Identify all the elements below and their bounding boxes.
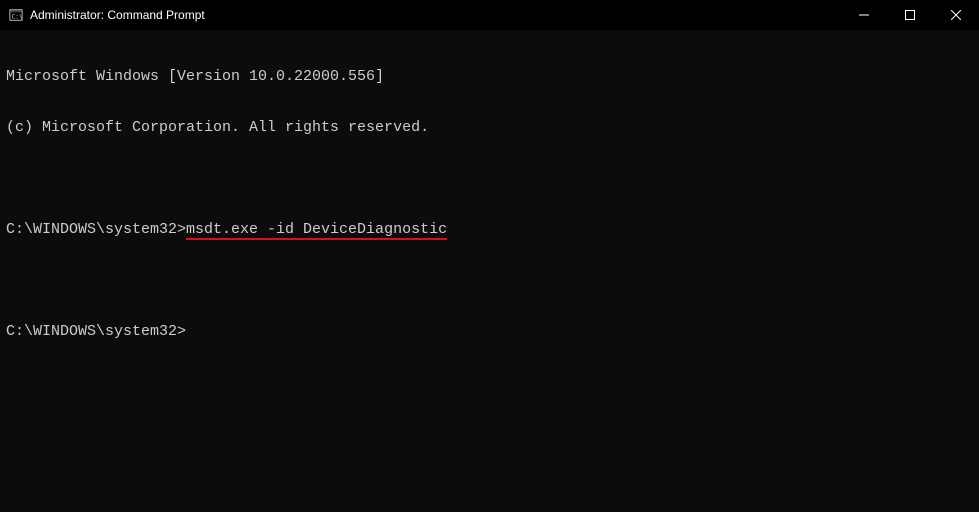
prompt-path: C:\WINDOWS\system32>: [6, 221, 186, 238]
svg-text:C:\: C:\: [12, 14, 23, 21]
window-controls: [841, 0, 979, 30]
banner-line: (c) Microsoft Corporation. All rights re…: [6, 119, 973, 136]
minimize-button[interactable]: [841, 0, 887, 30]
prompt-line: C:\WINDOWS\system32>: [6, 323, 973, 340]
maximize-button[interactable]: [887, 0, 933, 30]
terminal-output[interactable]: Microsoft Windows [Version 10.0.22000.55…: [0, 30, 979, 357]
titlebar: C:\ Administrator: Command Prompt: [0, 0, 979, 30]
banner-line: Microsoft Windows [Version 10.0.22000.55…: [6, 68, 973, 85]
close-button[interactable]: [933, 0, 979, 30]
prompt-path: C:\WINDOWS\system32>: [6, 323, 186, 340]
command-text: msdt.exe -id DeviceDiagnostic: [186, 221, 447, 238]
window-title: Administrator: Command Prompt: [30, 8, 205, 22]
prompt-line: C:\WINDOWS\system32>msdt.exe -id DeviceD…: [6, 221, 973, 238]
underline-annotation: [186, 238, 447, 240]
blank-line: [6, 272, 973, 289]
blank-line: [6, 170, 973, 187]
app-icon: C:\: [8, 7, 24, 23]
